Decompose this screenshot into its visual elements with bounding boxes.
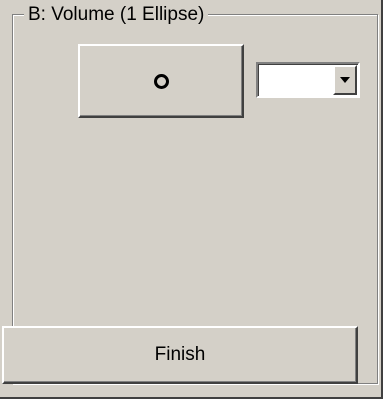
chevron-down-icon <box>340 77 350 83</box>
ellipse-icon <box>153 73 169 89</box>
dropdown-arrow-button[interactable] <box>333 65 357 95</box>
groupbox-title: B: Volume (1 Ellipse) <box>24 4 209 26</box>
finish-button-label: Finish <box>154 344 206 365</box>
finish-button[interactable]: Finish <box>2 326 358 384</box>
ellipse-shape-button[interactable] <box>78 44 244 118</box>
shape-dropdown[interactable] <box>256 62 360 98</box>
dialog-window: B: Volume (1 Ellipse) Finish <box>0 0 383 399</box>
